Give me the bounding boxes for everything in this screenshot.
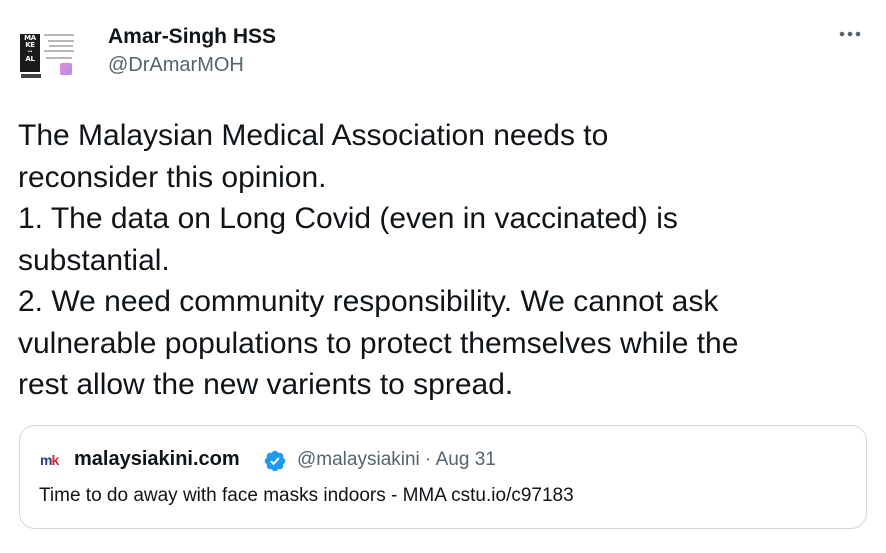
tweet-line: reconsider this opinion. [18,160,327,194]
malaysiakini-logo-icon: mk [40,452,59,468]
tweet-line: The Malaysian Medical Association needs … [18,119,609,152]
quote-handle-date[interactable]: @malaysiakini · Aug 31 [297,449,496,471]
tweet-line: 2. We need community responsibility. We … [18,285,719,318]
quoted-tweet-card[interactable]: mk malaysiakini.com @malaysiakini · Aug … [19,425,867,529]
tweet-text: The Malaysian Medical Association needs … [18,115,873,406]
more-options-button[interactable] [832,22,868,50]
author-handle[interactable]: @DrAmarMOH [108,54,244,77]
tweet-line: rest allow the new varients to spread. [18,368,514,401]
verified-badge-icon [264,450,286,472]
author-avatar[interactable]: MA KE ·· AL [20,30,78,80]
tweet-line: substantial. [18,243,170,277]
quote-source-name[interactable]: malaysiakini.com [74,448,240,471]
profile-poster-icon: MA KE ·· AL [20,34,40,72]
more-dots-icon [839,31,861,37]
tweet-line: 1. The data on Long Covid (even in vacci… [18,202,678,235]
quote-text: Time to do away with face masks indoors … [39,485,574,506]
tweet-card: MA KE ·· AL Amar-Singh HSS @DrAmarMOH The M… [0,0,886,553]
author-display-name[interactable]: Amar-Singh HSS [108,25,276,49]
tweet-line: vulnerable populations to protect themse… [18,326,739,360]
